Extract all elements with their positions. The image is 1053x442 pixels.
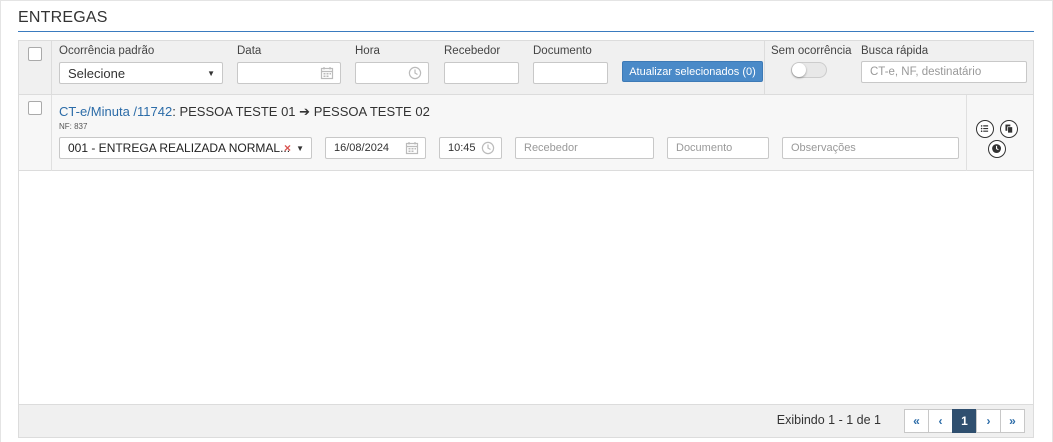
remetente: : PESSOA TESTE 01 bbox=[172, 104, 296, 119]
row-recebedor-input[interactable]: Recebedor bbox=[515, 137, 654, 159]
row-title: CT-e/Minuta /11742: PESSOA TESTE 01 ➔ PE… bbox=[59, 104, 430, 120]
ocorrencia-label: Ocorrência padrão bbox=[59, 45, 155, 57]
ocorrencia-select[interactable]: Selecione ▼ bbox=[59, 62, 223, 84]
recebedor-label: Recebedor bbox=[444, 45, 501, 57]
column-divider bbox=[966, 95, 967, 171]
select-all-checkbox[interactable] bbox=[28, 47, 42, 61]
recebedor-filter-input[interactable] bbox=[444, 62, 519, 84]
sem-ocorrencia-toggle[interactable] bbox=[791, 62, 827, 78]
clock-icon bbox=[408, 66, 422, 80]
pagination-footer: Exibindo 1 - 1 de 1 « ‹ 1 › » bbox=[19, 404, 1033, 437]
copy-icon[interactable] bbox=[1000, 120, 1018, 138]
row-time-input[interactable]: 10:45 bbox=[439, 137, 502, 159]
page-title: ENTREGAS bbox=[18, 9, 108, 26]
pagination: « ‹ 1 › » bbox=[904, 409, 1025, 433]
row-checkbox[interactable] bbox=[28, 101, 42, 115]
sem-ocorrencia-label: Sem ocorrência bbox=[771, 45, 852, 57]
prev-page-button[interactable]: ‹ bbox=[928, 409, 953, 433]
column-divider bbox=[51, 41, 52, 95]
column-divider bbox=[51, 95, 52, 171]
first-page-button[interactable]: « bbox=[904, 409, 929, 433]
row-ocorrencia-select[interactable]: 001 - ENTREGA REALIZADA NORMAL... × ▼ bbox=[59, 137, 312, 159]
data-label: Data bbox=[237, 45, 262, 57]
destinatario: PESSOA TESTE 02 bbox=[313, 104, 430, 119]
column-divider bbox=[764, 41, 765, 95]
history-clock-icon[interactable] bbox=[988, 140, 1006, 158]
documento-label: Documento bbox=[533, 45, 592, 57]
row-date-input[interactable]: 16/08/2024 bbox=[325, 137, 426, 159]
page: ENTREGAS Ocorrência padrão Selecione ▼ D… bbox=[0, 0, 1053, 442]
hora-label: Hora bbox=[355, 45, 380, 57]
ct-link[interactable]: CT-e/Minuta /11742 bbox=[59, 104, 172, 119]
toggle-knob bbox=[792, 63, 806, 77]
hora-input[interactable] bbox=[355, 62, 429, 84]
delivery-row: CT-e/Minuta /11742: PESSOA TESTE 01 ➔ PE… bbox=[19, 95, 1033, 171]
arrow-right-icon: ➔ bbox=[299, 104, 311, 119]
row-observacoes-input[interactable]: Observações bbox=[782, 137, 959, 159]
ocorrencia-select-value: Selecione bbox=[68, 66, 126, 81]
title-divider bbox=[18, 31, 1034, 32]
row-documento-input[interactable]: Documento bbox=[667, 137, 769, 159]
row-time-value: 10:45 bbox=[448, 142, 476, 154]
update-selected-button[interactable]: Atualizar selecionados (0) bbox=[622, 61, 763, 82]
row-date-value: 16/08/2024 bbox=[334, 142, 390, 154]
last-page-button[interactable]: » bbox=[1000, 409, 1025, 433]
clear-icon[interactable]: × bbox=[284, 141, 291, 155]
calendar-icon bbox=[405, 142, 419, 155]
data-input[interactable] bbox=[237, 62, 341, 84]
chevron-down-icon: ▼ bbox=[296, 144, 304, 153]
page-1-button[interactable]: 1 bbox=[952, 409, 977, 433]
deliveries-panel: Ocorrência padrão Selecione ▼ Data Hora bbox=[18, 40, 1034, 438]
clock-icon bbox=[481, 141, 495, 155]
documento-filter-input[interactable] bbox=[533, 62, 608, 84]
nf-number: NF: 837 bbox=[59, 122, 88, 131]
showing-count: Exibindo 1 - 1 de 1 bbox=[776, 413, 881, 427]
row-ocorrencia-value: 001 - ENTREGA REALIZADA NORMAL... bbox=[68, 141, 291, 155]
next-page-button[interactable]: › bbox=[976, 409, 1001, 433]
busca-rapida-input[interactable]: CT-e, NF, destinatário bbox=[861, 61, 1027, 83]
calendar-icon bbox=[320, 67, 334, 80]
chevron-down-icon: ▼ bbox=[207, 69, 215, 78]
busca-label: Busca rápida bbox=[861, 45, 929, 57]
filter-header: Ocorrência padrão Selecione ▼ Data Hora bbox=[19, 41, 1033, 95]
list-icon[interactable] bbox=[976, 120, 994, 138]
